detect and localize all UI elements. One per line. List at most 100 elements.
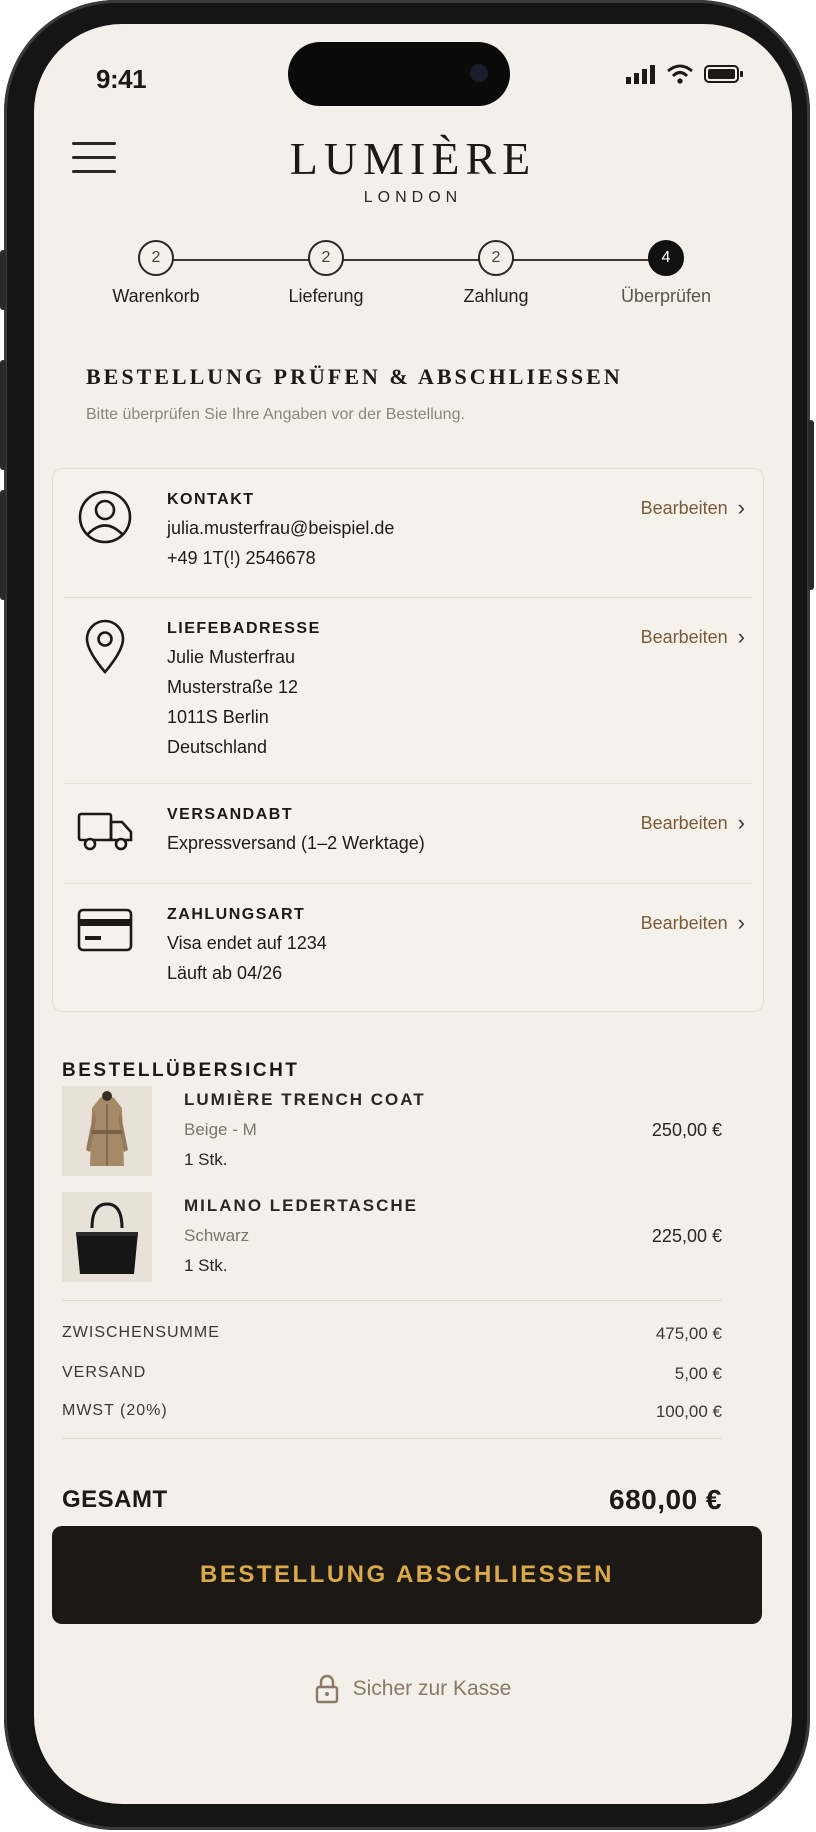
subtotal-row: ZWISCHENSUMME 475,00 €: [62, 1324, 722, 1343]
brand-logo: LUMIÈRE LONDON: [34, 132, 792, 207]
product-image-leather-bag: [62, 1192, 152, 1282]
place-order-button[interactable]: BESTELLUNG ABSCHLIESSEN: [52, 1526, 762, 1624]
item-name: MILANO LEDERTASCHE: [184, 1196, 419, 1215]
contact-row: KONTAKT julia.musterfrau@beispiel.de +49…: [63, 469, 753, 597]
step-label: Überprüfen: [620, 286, 712, 306]
shipping-label: VERSANDABT: [167, 806, 294, 823]
item-variant: Beige - M: [184, 1120, 257, 1139]
item-price: 225,00 €: [651, 1226, 722, 1246]
vat-value: 100,00 €: [655, 1402, 722, 1421]
page-subtitle: Bitte überprüfen Sie Ihre Angaben vor de…: [86, 406, 465, 423]
status-time: 9:41: [96, 64, 147, 94]
step-circle: 2: [308, 240, 344, 276]
step-label: Zahlung: [463, 286, 529, 306]
divider: [62, 1300, 722, 1301]
total-value: 680,00 €: [609, 1484, 722, 1515]
address-row: LIEFEBADRESSE Julie Musterfrau Musterstr…: [63, 597, 753, 784]
total-row: GESAMT 680,00 €: [62, 1484, 722, 1515]
step-label: Warenkorb: [112, 286, 200, 306]
progress-line: [156, 259, 656, 261]
shipping-method: Expressversand (1–2 Werktage): [167, 833, 425, 853]
vat-label: MWST (20%): [62, 1402, 168, 1419]
total-label: GESAMT: [62, 1486, 168, 1513]
chevron-right-icon: ›: [737, 624, 745, 649]
mute-switch: [0, 250, 6, 310]
power-button: [808, 420, 814, 590]
shipping-details: VERSANDABT Expressversand (1–2 Werktage): [167, 806, 425, 854]
edit-payment-button[interactable]: Bearbeiten ›: [641, 910, 745, 936]
address-line: Julie Musterfrau: [167, 647, 296, 667]
order-overview-title: BESTELLÜBERSICHT: [62, 1060, 300, 1081]
truck-icon: [77, 812, 133, 851]
contact-details: KONTAKT julia.musterfrau@beispiel.de +49…: [167, 491, 394, 569]
item-variant: Schwarz: [184, 1226, 250, 1245]
edit-address-button[interactable]: Bearbeiten ›: [641, 624, 745, 650]
edit-label: Bearbeiten: [640, 912, 728, 933]
vat-row: MWST (20%) 100,00 €: [62, 1402, 722, 1421]
edit-label: Bearbeiten: [640, 497, 728, 518]
address-label: LIEFEBADRESSE: [167, 620, 321, 637]
page-title: BESTELLUNG PRÜFEN & ABSCHLIESSEN: [86, 364, 623, 389]
edit-shipping-button[interactable]: Bearbeiten ›: [641, 810, 745, 836]
divider: [62, 1438, 722, 1439]
address-line: Musterstraße 12: [167, 677, 299, 697]
volume-down-button: [0, 490, 6, 600]
secure-text: Sicher zur Kasse: [352, 1677, 512, 1700]
order-item: LUMIÈRE TRENCH COAT Beige - M 1 Stk. 250…: [62, 1086, 722, 1182]
shipping-row: VERSANDABT Expressversand (1–2 Werktage)…: [63, 783, 753, 884]
subtotal-label: ZWISCHENSUMME: [62, 1324, 220, 1341]
payment-details: ZAHLUNGSART Visa endet auf 1234 Läuft ab…: [167, 906, 327, 984]
credit-card-icon: [77, 908, 133, 952]
step-cart[interactable]: 2 Warenkorb: [81, 240, 231, 307]
step-circle: 2: [478, 240, 514, 276]
signal-icon: [626, 65, 655, 84]
order-item: MILANO LEDERTASCHE Schwarz 1 Stk. 225,00…: [62, 1192, 722, 1288]
shipping-cost-value: 5,00 €: [674, 1364, 722, 1383]
step-review: 4 Überprüfen: [591, 240, 741, 307]
screen: 9:41 LUMIÈRE LONDON 2 Warenkorb 2 Liefer…: [34, 24, 792, 1804]
brand-name: LUMIÈRE: [289, 133, 537, 184]
battery-icon: [704, 65, 743, 83]
step-circle-active: 4: [648, 240, 684, 276]
payment-expiry: Läuft ab 04/26: [167, 963, 283, 983]
step-payment[interactable]: 2 Zahlung: [421, 240, 571, 307]
address-details: LIEFEBADRESSE Julie Musterfrau Musterstr…: [167, 620, 321, 758]
payment-row: ZAHLUNGSART Visa endet auf 1234 Läuft ab…: [63, 883, 753, 1012]
step-delivery[interactable]: 2 Lieferung: [251, 240, 401, 307]
location-pin-icon: [85, 619, 125, 674]
item-quantity: 1 Stk.: [184, 1256, 228, 1275]
contact-phone: +49 1T(!) 2546678: [167, 548, 316, 568]
product-image-trench-coat: [62, 1086, 152, 1176]
dynamic-island: [288, 42, 510, 106]
status-icons: [626, 64, 744, 84]
step-circle: 2: [138, 240, 174, 276]
shipping-cost-row: VERSAND 5,00 €: [62, 1364, 722, 1383]
wifi-icon: [667, 64, 693, 84]
address-line: 1011S Berlin: [167, 707, 269, 727]
edit-label: Bearbeiten: [640, 626, 728, 647]
subtotal-value: 475,00 €: [655, 1324, 722, 1343]
chevron-right-icon: ›: [737, 810, 745, 835]
secure-checkout-note: Sicher zur Kasse: [34, 1674, 792, 1704]
step-label: Lieferung: [288, 286, 364, 306]
contact-email: julia.musterfrau@beispiel.de: [167, 518, 395, 538]
chevron-right-icon: ›: [737, 495, 745, 520]
handbag-icon: [62, 1192, 152, 1282]
volume-up-button: [0, 360, 6, 470]
user-icon: [78, 490, 132, 544]
item-price: 250,00 €: [651, 1120, 722, 1140]
item-quantity: 1 Stk.: [184, 1150, 228, 1169]
chevron-right-icon: ›: [737, 910, 745, 935]
contact-label: KONTAKT: [167, 491, 255, 508]
shipping-cost-label: VERSAND: [62, 1364, 147, 1381]
payment-card: Visa endet auf 1234: [167, 933, 327, 953]
review-card: KONTAKT julia.musterfrau@beispiel.de +49…: [52, 468, 764, 1012]
phone-frame: 9:41 LUMIÈRE LONDON 2 Warenkorb 2 Liefer…: [0, 0, 814, 1830]
payment-label: ZAHLUNGSART: [167, 906, 306, 923]
edit-contact-button[interactable]: Bearbeiten ›: [641, 495, 745, 521]
item-name: LUMIÈRE TRENCH COAT: [184, 1090, 426, 1109]
brand-subtitle: LONDON: [363, 189, 463, 206]
trench-coat-icon: [62, 1086, 152, 1176]
edit-label: Bearbeiten: [640, 812, 728, 833]
lock-icon: [315, 1674, 338, 1704]
